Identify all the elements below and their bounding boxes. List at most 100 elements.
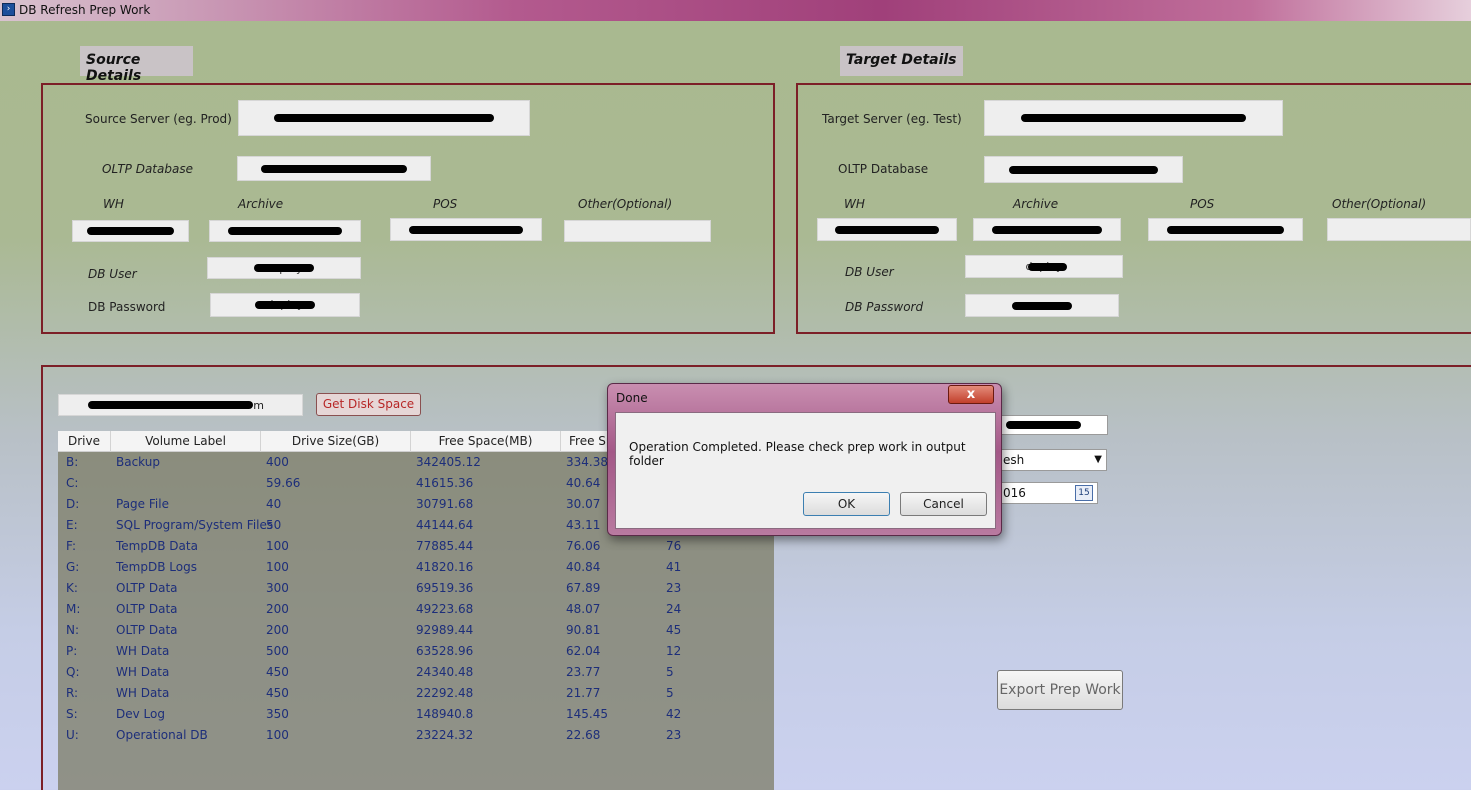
row-free-space-gb: 67.89 bbox=[566, 581, 601, 595]
source-server-input[interactable] bbox=[238, 100, 530, 136]
row-drive: N: bbox=[66, 623, 80, 637]
row-drive: P: bbox=[66, 644, 78, 658]
source-pos-input[interactable] bbox=[390, 218, 542, 241]
table-row[interactable]: K: OLTP Data 300 69519.36 67.89 23 bbox=[58, 578, 774, 599]
col-free-space-mb[interactable]: Free Space(MB) bbox=[411, 431, 561, 452]
row-free-space-gb: 21.77 bbox=[566, 686, 601, 700]
target-oltp-label: OLTP Database bbox=[838, 162, 929, 176]
source-other-label: Other(Optional) bbox=[578, 197, 673, 211]
row-volume-label: WH Data bbox=[116, 686, 170, 700]
row-free-percent: 41 bbox=[666, 560, 682, 574]
row-free-space-mb: 41615.36 bbox=[416, 476, 474, 490]
source-oltp-label: OLTP Database bbox=[102, 162, 193, 176]
row-free-space-mb: 44144.64 bbox=[416, 518, 474, 532]
row-free-percent: 5 bbox=[666, 665, 674, 679]
target-wh-input[interactable] bbox=[817, 218, 957, 241]
row-free-space-mb: 22292.48 bbox=[416, 686, 474, 700]
row-free-space-gb: 48.07 bbox=[566, 602, 601, 616]
target-server-disk-input[interactable] bbox=[1000, 415, 1108, 435]
table-row[interactable]: P: WH Data 500 63528.96 62.04 12 bbox=[58, 641, 774, 662]
date-picker-input[interactable]: 016 15 bbox=[1000, 482, 1098, 504]
row-free-percent: 76 bbox=[666, 539, 682, 553]
row-drive-size: 59.66 bbox=[266, 476, 301, 490]
table-row[interactable]: R: WH Data 450 22292.48 21.77 5 bbox=[58, 683, 774, 704]
dialog-message: Operation Completed. Please check prep w… bbox=[629, 440, 966, 468]
row-free-space-gb: 22.68 bbox=[566, 728, 601, 742]
row-drive: D: bbox=[66, 497, 80, 511]
row-free-space-mb: 49223.68 bbox=[416, 602, 474, 616]
row-free-percent: 12 bbox=[666, 644, 682, 658]
row-drive-size: 400 bbox=[266, 455, 289, 469]
target-user-input[interactable]: deploy bbox=[965, 255, 1123, 278]
table-row[interactable]: S: Dev Log 350 148940.8 145.45 42 bbox=[58, 704, 774, 725]
target-user-label: DB User bbox=[845, 265, 894, 279]
row-drive: C: bbox=[66, 476, 79, 490]
row-volume-label: WH Data bbox=[116, 665, 170, 679]
row-volume-label: OLTP Data bbox=[116, 581, 178, 595]
row-drive-size: 40 bbox=[266, 497, 282, 511]
close-icon[interactable]: x bbox=[948, 385, 994, 404]
row-free-space-mb: 23224.32 bbox=[416, 728, 474, 742]
target-server-input[interactable] bbox=[984, 100, 1283, 136]
source-archive-input[interactable] bbox=[209, 220, 361, 242]
target-other-input[interactable] bbox=[1327, 218, 1471, 241]
calendar-day: 15 bbox=[1078, 488, 1090, 498]
target-other-label: Other(Optional) bbox=[1332, 197, 1427, 211]
target-wh-label: WH bbox=[844, 197, 865, 211]
row-drive: R: bbox=[66, 686, 79, 700]
drive-grid-header: Drive Volume Label Drive Size(GB) Free S… bbox=[58, 431, 618, 452]
source-pos-label: POS bbox=[433, 197, 458, 211]
target-archive-label: Archive bbox=[1013, 197, 1059, 211]
row-drive-size: 450 bbox=[266, 686, 289, 700]
target-heading: Target Details bbox=[840, 46, 963, 76]
row-free-space-mb: 92989.44 bbox=[416, 623, 474, 637]
row-free-space-gb: 62.04 bbox=[566, 644, 601, 658]
table-row[interactable]: Q: WH Data 450 24340.48 23.77 5 bbox=[58, 662, 774, 683]
get-disk-space-button[interactable]: Get Disk Space bbox=[316, 393, 421, 416]
col-drive-size[interactable]: Drive Size(GB) bbox=[261, 431, 411, 452]
col-volume-label[interactable]: Volume Label bbox=[111, 431, 261, 452]
source-user-label: DB User bbox=[88, 267, 137, 281]
row-free-space-mb: 24340.48 bbox=[416, 665, 474, 679]
target-password-input[interactable] bbox=[965, 294, 1119, 317]
target-archive-input[interactable] bbox=[973, 218, 1121, 241]
refresh-type-value: esh bbox=[1003, 453, 1025, 467]
cancel-button[interactable]: Cancel bbox=[900, 492, 987, 516]
disk-server-input[interactable]: m bbox=[58, 394, 303, 416]
row-free-percent: 23 bbox=[666, 728, 682, 742]
row-free-space-mb: 148940.8 bbox=[416, 707, 474, 721]
row-free-space-gb: 30.07 bbox=[566, 497, 601, 511]
row-drive: S: bbox=[66, 707, 78, 721]
row-drive-size: 200 bbox=[266, 602, 289, 616]
refresh-type-select[interactable]: esh ▼ bbox=[1000, 449, 1107, 471]
table-row[interactable]: N: OLTP Data 200 92989.44 90.81 45 bbox=[58, 620, 774, 641]
target-oltp-input[interactable] bbox=[984, 156, 1183, 183]
table-row[interactable]: F: TempDB Data 100 77885.44 76.06 76 bbox=[58, 536, 774, 557]
source-wh-input[interactable] bbox=[72, 220, 189, 242]
row-drive-size: 350 bbox=[266, 707, 289, 721]
row-drive-size: 450 bbox=[266, 665, 289, 679]
table-row[interactable]: G: TempDB Logs 100 41820.16 40.84 41 bbox=[58, 557, 774, 578]
row-drive: B: bbox=[66, 455, 79, 469]
row-free-space-mb: 77885.44 bbox=[416, 539, 474, 553]
row-drive-size: 300 bbox=[266, 581, 289, 595]
source-user-input[interactable]: deploy bbox=[207, 257, 361, 279]
export-prep-work-button[interactable]: Export Prep Work bbox=[997, 670, 1123, 710]
source-oltp-input[interactable] bbox=[237, 156, 431, 181]
table-row[interactable]: M: OLTP Data 200 49223.68 48.07 24 bbox=[58, 599, 774, 620]
calendar-icon[interactable]: 15 bbox=[1075, 485, 1093, 501]
disk-server-value: m bbox=[253, 399, 264, 412]
ok-button[interactable]: OK bbox=[803, 492, 890, 516]
row-drive-size: 100 bbox=[266, 728, 289, 742]
target-pos-input[interactable] bbox=[1148, 218, 1303, 241]
date-value: 016 bbox=[1003, 486, 1026, 500]
col-drive[interactable]: Drive bbox=[58, 431, 111, 452]
source-password-input[interactable]: deploy bbox=[210, 293, 360, 317]
row-free-percent: 24 bbox=[666, 602, 682, 616]
row-volume-label: Operational DB bbox=[116, 728, 208, 742]
source-other-input[interactable] bbox=[564, 220, 711, 242]
dialog-body: Operation Completed. Please check prep w… bbox=[615, 412, 996, 529]
window-title: DB Refresh Prep Work bbox=[19, 3, 151, 17]
table-row[interactable]: U: Operational DB 100 23224.32 22.68 23 bbox=[58, 725, 774, 746]
row-free-percent: 45 bbox=[666, 623, 682, 637]
